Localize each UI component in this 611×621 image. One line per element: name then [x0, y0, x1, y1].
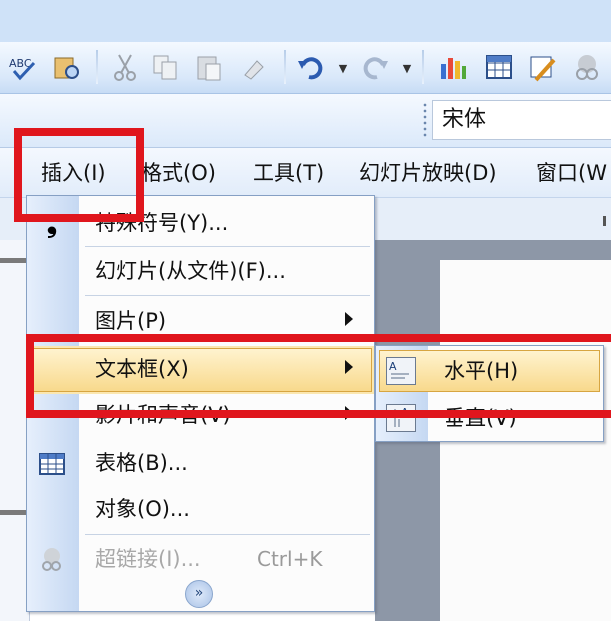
- menu-separator: [85, 246, 370, 247]
- menu-item-label: 对象(O)...: [95, 497, 190, 521]
- menu-item-label: 图片(P): [95, 309, 167, 333]
- title-bar-strip: [0, 0, 611, 42]
- toolbar-separator: [284, 50, 286, 84]
- menu-item-table[interactable]: 表格(B)...: [27, 440, 374, 488]
- menu-item-label: 超链接(I)...: [95, 547, 201, 571]
- highlight-box-insert-menu: [14, 128, 144, 222]
- redo-icon[interactable]: [360, 52, 390, 82]
- spelling-icon[interactable]: ABC: [8, 52, 38, 82]
- toolbar-separator: [96, 50, 98, 84]
- cut-icon[interactable]: [110, 52, 140, 82]
- hyperlink-icon[interactable]: [572, 52, 602, 82]
- toolbar-grip[interactable]: [422, 102, 428, 138]
- tables-borders-icon[interactable]: [528, 52, 558, 82]
- menu-item-shortcut: Ctrl+K: [257, 547, 323, 571]
- menu-tools[interactable]: 工具(T): [253, 158, 324, 188]
- chart-icon[interactable]: [438, 52, 468, 82]
- menu-item-slides-from-file[interactable]: 幻灯片(从文件)(F)...: [27, 248, 374, 296]
- format-painter-icon[interactable]: [240, 52, 270, 82]
- menu-window[interactable]: 窗口(W: [536, 158, 607, 188]
- expand-menu-chevron-icon[interactable]: »: [185, 580, 213, 608]
- font-name-value: 宋体: [442, 107, 487, 132]
- paste-icon[interactable]: [194, 52, 224, 82]
- ruler-tick: [603, 216, 606, 226]
- redo-dropdown-icon[interactable]: ▼: [400, 54, 414, 82]
- menu-item-label: 幻灯片(从文件)(F)...: [95, 259, 286, 283]
- undo-icon[interactable]: [296, 52, 326, 82]
- research-icon[interactable]: [52, 52, 82, 82]
- copy-icon[interactable]: [150, 52, 180, 82]
- submenu-arrow-icon: [345, 312, 353, 326]
- menu-item-label: 表格(B)...: [95, 451, 188, 475]
- toolbar-separator: [422, 50, 424, 84]
- undo-dropdown-icon[interactable]: ▼: [336, 54, 350, 82]
- menu-format[interactable]: 格式(O): [141, 158, 216, 188]
- table-icon: [37, 449, 67, 479]
- menu-item-hyperlink[interactable]: 超链接(I)... Ctrl+K: [27, 536, 374, 584]
- menu-slideshow[interactable]: 幻灯片放映(D): [359, 158, 497, 188]
- menu-separator: [85, 295, 370, 296]
- menu-separator: [85, 534, 370, 535]
- standard-toolbar: ABC ▼ ▼: [0, 42, 611, 94]
- highlight-box-text-box-horizontal: [26, 334, 611, 418]
- menu-item-object[interactable]: 对象(O)...: [27, 486, 374, 534]
- table-icon[interactable]: [484, 52, 514, 82]
- hyperlink-icon: [37, 545, 67, 575]
